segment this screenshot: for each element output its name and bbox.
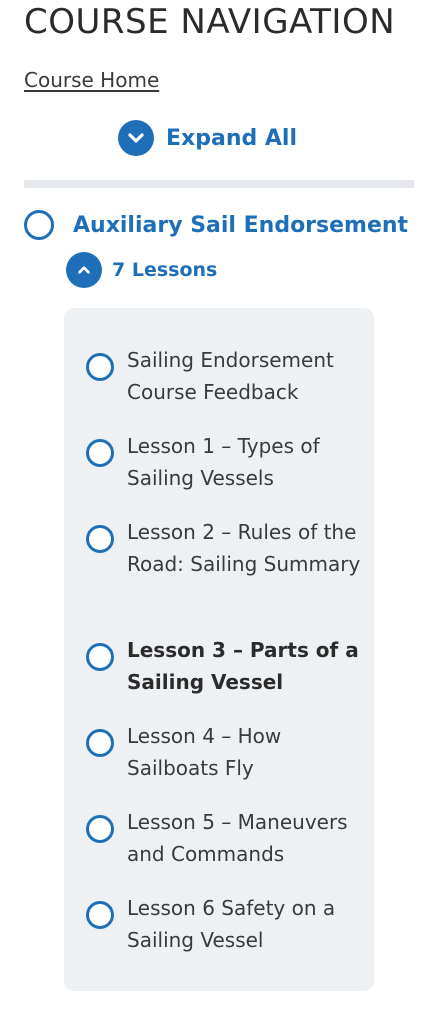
lesson-item-lesson-1[interactable]: Lesson 1 – Types of Sailing Vessels [86, 434, 365, 494]
course-item-auxiliary-sail-endorsement[interactable]: Auxiliary Sail Endorsement [24, 210, 408, 240]
status-circle-icon [86, 525, 114, 553]
lesson-item-lesson-5[interactable]: Lesson 5 – Maneuvers and Commands [86, 810, 365, 870]
lessons-toggle-button[interactable]: 7 Lessons [66, 252, 217, 288]
lesson-label-current: Lesson 3 – Parts of a Sailing Vessel [127, 638, 359, 694]
status-circle-icon [86, 815, 114, 843]
status-circle-icon [86, 353, 114, 381]
status-circle-icon [86, 643, 114, 671]
lesson-label: Lesson 5 – Maneuvers and Commands [127, 810, 348, 866]
lesson-label: Sailing Endorsement Course Feedback [127, 348, 334, 404]
lesson-label: Lesson 1 – Types of Sailing Vessels [127, 434, 320, 490]
course-home-link[interactable]: Course Home [24, 68, 159, 92]
expand-all-button[interactable]: Expand All [118, 120, 297, 156]
divider [24, 180, 414, 188]
lessons-count-label: 7 Lessons [112, 259, 218, 281]
status-circle-icon [86, 439, 114, 467]
lesson-label: Lesson 6 Safety on a Sailing Vessel [127, 896, 336, 952]
chevron-up-icon [66, 252, 102, 288]
status-circle-icon [86, 729, 114, 757]
panel-pointer [166, 292, 198, 308]
lesson-item-course-feedback[interactable]: Sailing Endorsement Course Feedback [86, 348, 365, 408]
lesson-item-lesson-6[interactable]: Lesson 6 Safety on a Sailing Vessel [86, 896, 365, 956]
lesson-label: Lesson 4 – How Sailboats Fly [127, 724, 282, 780]
chevron-down-icon [118, 120, 154, 156]
lesson-list: Sailing Endorsement Course Feedback Less… [64, 292, 374, 991]
status-circle-icon [24, 210, 54, 240]
status-circle-icon [86, 901, 114, 929]
lesson-item-lesson-2[interactable]: Lesson 2 – Rules of the Road: Sailing Su… [86, 520, 365, 580]
lesson-item-lesson-3[interactable]: Lesson 3 – Parts of a Sailing Vessel [86, 638, 365, 698]
expand-all-label: Expand All [166, 125, 297, 151]
lesson-label: Lesson 2 – Rules of the Road: Sailing Su… [127, 520, 361, 576]
course-title: Auxiliary Sail Endorsement [73, 212, 409, 238]
page-title: COURSE NAVIGATION [24, 2, 396, 42]
lesson-item-lesson-4[interactable]: Lesson 4 – How Sailboats Fly [86, 724, 365, 784]
